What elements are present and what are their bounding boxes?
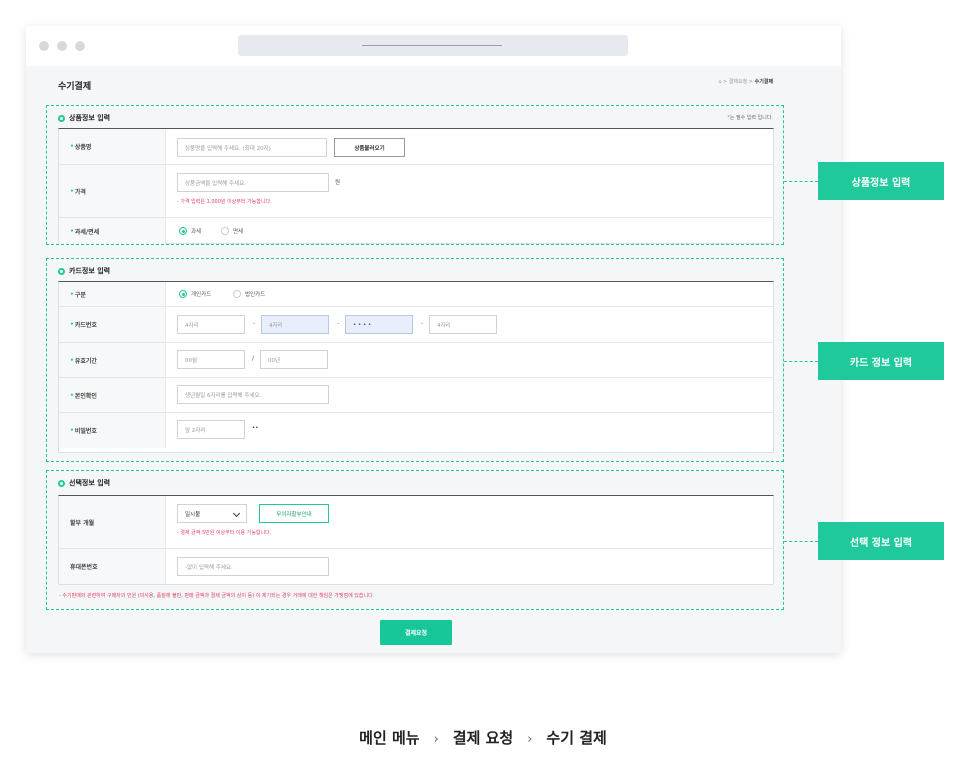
submit-payment-button[interactable]: 결제요청 xyxy=(380,620,452,645)
card-password-input[interactable]: 앞 2자리 xyxy=(177,420,245,439)
expiry-month-input[interactable]: 00월 xyxy=(177,350,245,369)
card-number-input-2[interactable]: 4자리 xyxy=(261,315,329,334)
chevron-down-icon xyxy=(232,509,241,518)
price-unit: 원 xyxy=(335,180,341,186)
form-row-price: • 가격 상품금액을 입력해 주세요. 원 - 가격 입력은 1,000원 이상부… xyxy=(59,165,773,218)
card-form-table: • 구분 개인카드 법인카드 • 카드번호 4자리 - 4자리 - • • • • … xyxy=(58,281,774,453)
callout-optional-info: 선택 정보 입력 xyxy=(818,522,944,560)
menu-path-item: 결제 요청 xyxy=(452,729,514,747)
form-row-installment: 할부 개월 일시불 무이자할부안내 - 결제 금액 5만원 이상부터 이용 가능… xyxy=(59,496,773,549)
home-icon[interactable]: ⌂ xyxy=(718,79,721,85)
card-type-radio-corporate[interactable]: 법인카드 xyxy=(233,290,265,298)
product-name-input[interactable]: 상품명을 입력해 주세요. (최대 20자) xyxy=(177,138,327,157)
installment-select[interactable]: 일시불 xyxy=(177,504,247,523)
load-product-button[interactable]: 상품불러오기 xyxy=(334,138,405,157)
section-title: 선택정보 입력 xyxy=(58,478,110,488)
seller-liability-notice: - 수기판매와 관련하여 구매자의 민원 (미사용, 품질에 불만, 판매 금액… xyxy=(59,593,375,599)
form-row-phone: 휴대폰번호 -없이 입력해 주세요. xyxy=(59,549,773,584)
circle-icon xyxy=(58,267,65,275)
form-row-card-type: • 구분 개인카드 법인카드 xyxy=(59,282,773,307)
installment-note: - 결제 금액 5만원 이상부터 이용 가능합니다. xyxy=(177,530,272,536)
section-title: 상품정보 입력 xyxy=(58,113,110,123)
browser-window: 수기결제 ⌂ > 결제요청 > 수기결제 상품정보 입력 *는 필수 입력 입니… xyxy=(26,26,841,653)
password-mask: •• xyxy=(252,425,259,431)
card-type-radio-personal[interactable]: 개인카드 xyxy=(179,290,211,298)
form-row-expiry: • 유효기간 00월 / 00년 xyxy=(59,343,773,378)
breadcrumb-current: 수기결제 xyxy=(754,79,773,85)
menu-path-item: 메인 메뉴 xyxy=(359,729,420,747)
window-dot xyxy=(75,41,85,51)
product-info-section: 상품정보 입력 *는 필수 입력 입니다. • 상품명 상품명을 입력해 주세요.… xyxy=(46,105,784,245)
card-number-input-4[interactable]: 4자리 xyxy=(429,315,497,334)
tax-radio-exempt[interactable]: 면세 xyxy=(221,227,243,235)
window-dot xyxy=(39,41,49,51)
callout-product-info: 상품정보 입력 xyxy=(818,162,944,200)
circle-icon xyxy=(58,114,65,122)
breadcrumb: ⌂ > 결제요청 > 수기결제 xyxy=(718,79,773,85)
page-title: 수기결제 xyxy=(58,82,92,92)
expiry-year-input[interactable]: 00년 xyxy=(260,350,328,369)
section-title: 카드정보 입력 xyxy=(58,266,110,276)
product-form-table: • 상품명 상품명을 입력해 주세요. (최대 20자) 상품불러오기 • 가격 상… xyxy=(58,128,774,244)
callout-card-info: 카드 정보 입력 xyxy=(818,342,944,380)
price-error-message: - 가격 입력은 1,000원 이상부터 가능합니다. xyxy=(177,199,272,205)
form-row-identity: • 본인확인 생년월일 6자리를 입력해 주세요. xyxy=(59,378,773,413)
form-row-password: • 비밀번호 앞 2자리 •• xyxy=(59,413,773,448)
menu-path: 메인 메뉴 › 결제 요청 › 수기 결제 xyxy=(359,729,607,747)
callout-leader xyxy=(784,181,818,182)
tax-radio-taxable[interactable]: 과세 xyxy=(179,227,201,235)
address-bar[interactable] xyxy=(238,35,628,56)
birthdate-input[interactable]: 생년월일 6자리를 입력해 주세요. xyxy=(177,385,329,404)
card-number-input-3[interactable]: • • • • xyxy=(345,315,413,334)
card-number-input-1[interactable]: 4자리 xyxy=(177,315,245,334)
window-dot xyxy=(57,41,67,51)
browser-titlebar xyxy=(26,26,841,66)
circle-icon xyxy=(58,479,65,487)
breadcrumb-item[interactable]: 결제요청 xyxy=(729,79,747,85)
form-row-tax: • 과세/면세 과세 면세 xyxy=(59,218,773,244)
optional-info-section: 선택정보 입력 할부 개월 일시불 무이자할부안내 - 결제 금액 5만원 이상… xyxy=(46,470,784,610)
form-row-card-number: • 카드번호 4자리 - 4자리 - • • • • - 4자리 xyxy=(59,307,773,343)
form-row-product-name: • 상품명 상품명을 입력해 주세요. (최대 20자) 상품불러오기 xyxy=(59,129,773,165)
menu-path-item: 수기 결제 xyxy=(546,729,607,747)
phone-input[interactable]: -없이 입력해 주세요. xyxy=(177,557,329,576)
price-input[interactable]: 상품금액을 입력해 주세요. xyxy=(177,173,329,192)
callout-leader xyxy=(784,541,818,542)
callout-leader xyxy=(784,361,818,362)
card-info-section: 카드정보 입력 • 구분 개인카드 법인카드 • 카드번호 4자리 - 4자리 - … xyxy=(46,258,784,462)
required-note: *는 필수 입력 입니다. xyxy=(727,115,773,121)
interest-free-info-button[interactable]: 무이자할부안내 xyxy=(259,504,329,523)
optional-form-table: 할부 개월 일시불 무이자할부안내 - 결제 금액 5만원 이상부터 이용 가능… xyxy=(58,495,774,585)
